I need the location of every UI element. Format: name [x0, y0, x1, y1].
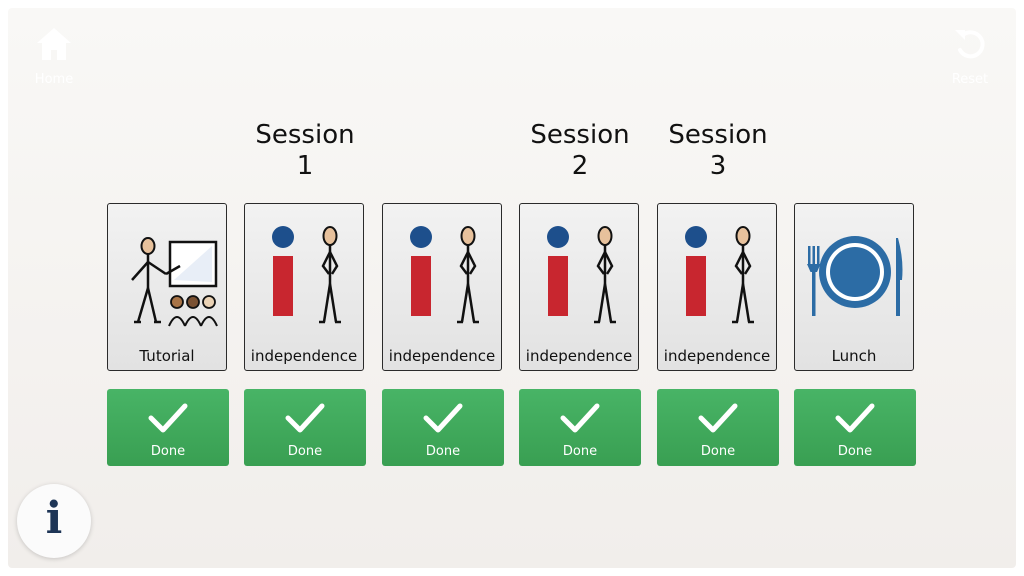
reset-button[interactable]: Reset	[940, 26, 1000, 96]
checkmark-icon	[285, 403, 325, 433]
activity-card-lunch[interactable]: Lunch	[794, 203, 914, 371]
activity-card-independence[interactable]: independence	[657, 203, 777, 371]
independence-icon	[530, 218, 630, 330]
done-label: Done	[425, 444, 461, 459]
app-frame: Home Reset Session 1 Session 2 Session 3	[8, 8, 1016, 568]
card-caption: Tutorial	[139, 347, 195, 365]
independence-icon	[393, 218, 493, 330]
lunch-icon	[805, 218, 905, 330]
card-caption: independence	[250, 347, 358, 365]
card-caption: independence	[663, 347, 771, 365]
info-icon: i	[45, 493, 63, 544]
checkmark-icon	[698, 403, 738, 433]
done-label: Done	[837, 444, 873, 459]
card-caption: independence	[525, 347, 633, 365]
reset-icon	[951, 26, 989, 66]
checkmark-icon	[148, 403, 188, 433]
done-label: Done	[150, 444, 186, 459]
activity-card-tutorial[interactable]: Tutorial	[107, 203, 227, 371]
done-button[interactable]: Done	[794, 389, 916, 466]
activity-card-independence[interactable]: independence	[519, 203, 639, 371]
session-number: 2	[571, 151, 589, 181]
session-title: Session	[668, 120, 768, 150]
session-header-1: Session 1	[244, 120, 366, 182]
independence-icon	[668, 218, 768, 330]
checkmark-icon	[560, 403, 600, 433]
reset-label: Reset	[951, 72, 989, 87]
tutorial-icon	[118, 218, 218, 330]
home-icon	[35, 26, 73, 66]
done-button[interactable]: Done	[382, 389, 504, 466]
session-number: 3	[709, 151, 727, 181]
activity-card-independence[interactable]: independence	[382, 203, 502, 371]
independence-icon	[255, 218, 355, 330]
checkmark-icon	[835, 403, 875, 433]
session-title: Session	[255, 120, 355, 150]
done-button[interactable]: Done	[519, 389, 641, 466]
session-header-2: Session 2	[519, 120, 641, 182]
home-label: Home	[34, 72, 74, 87]
done-label: Done	[700, 444, 736, 459]
done-label: Done	[287, 444, 323, 459]
checkmark-icon	[423, 403, 463, 433]
card-caption: Lunch	[831, 347, 877, 365]
session-header-3: Session 3	[657, 120, 779, 182]
done-button[interactable]: Done	[657, 389, 779, 466]
done-button[interactable]: Done	[244, 389, 366, 466]
done-label: Done	[562, 444, 598, 459]
session-title: Session	[530, 120, 630, 150]
activity-card-independence[interactable]: independence	[244, 203, 364, 371]
info-button[interactable]: i	[17, 484, 91, 558]
session-number: 1	[296, 151, 314, 181]
card-caption: independence	[388, 347, 496, 365]
home-button[interactable]: Home	[24, 26, 84, 96]
done-button[interactable]: Done	[107, 389, 229, 466]
